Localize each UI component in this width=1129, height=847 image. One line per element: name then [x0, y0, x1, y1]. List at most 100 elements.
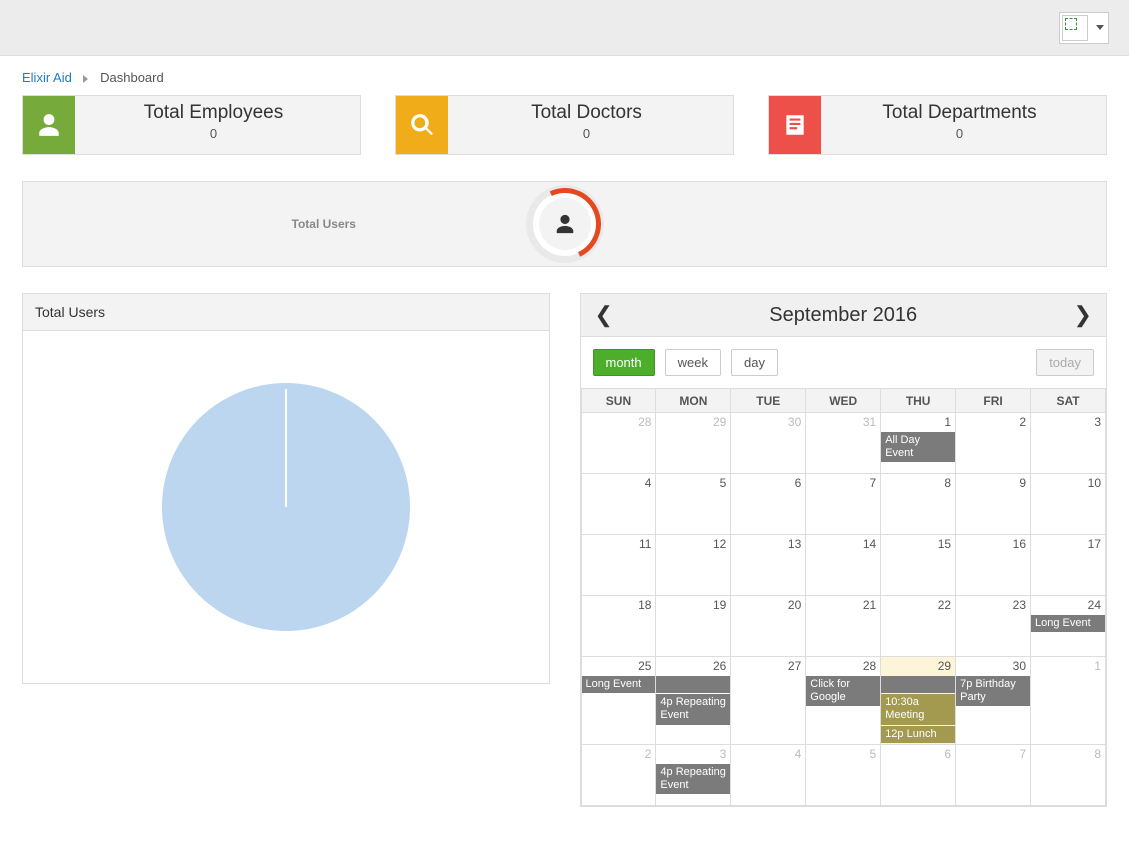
calendar-day-number: 30: [956, 657, 1030, 675]
breadcrumb-current: Dashboard: [100, 70, 164, 85]
pie-chart: [162, 383, 410, 631]
calendar-cell[interactable]: 29 10:30a Meeting12p Lunch: [881, 657, 956, 745]
calendar-event[interactable]: 4p Repeating Event: [656, 764, 730, 794]
calendar-day-number: 20: [731, 596, 805, 614]
calendar-day-number: 26: [656, 657, 730, 675]
calendar-cell[interactable]: 8: [881, 474, 956, 535]
topbar: [0, 0, 1129, 56]
breadcrumb-home[interactable]: Elixir Aid: [22, 70, 72, 85]
calendar-day-number: 31: [806, 413, 880, 431]
calendar-day-number: 10: [1031, 474, 1105, 492]
calendar-event[interactable]: Long Event: [582, 676, 656, 693]
calendar-cell[interactable]: 14: [806, 535, 881, 596]
calendar-cell[interactable]: 3: [1031, 413, 1106, 474]
calendar-cell[interactable]: 30: [731, 413, 806, 474]
calendar-cell[interactable]: 5: [806, 744, 881, 805]
calendar-event[interactable]: [656, 676, 730, 693]
calendar-cell[interactable]: 19: [656, 596, 731, 657]
calendar-cell[interactable]: 13: [731, 535, 806, 596]
calendar-cell[interactable]: 4: [731, 744, 806, 805]
stat-employees[interactable]: Total Employees 0: [22, 95, 361, 155]
calendar-cell[interactable]: 18: [581, 596, 656, 657]
calendar-view-day[interactable]: day: [731, 349, 778, 376]
calendar-event[interactable]: 12p Lunch: [881, 726, 955, 743]
calendar-day-header: SUN: [581, 389, 656, 413]
calendar-cell[interactable]: 24Long Event: [1031, 596, 1106, 657]
calendar-cell[interactable]: 7: [956, 744, 1031, 805]
calendar-next[interactable]: ❯: [1070, 302, 1096, 328]
calendar-cell[interactable]: 21: [806, 596, 881, 657]
calendar-event[interactable]: 10:30a Meeting: [881, 694, 955, 724]
stat-title: Total Employees: [75, 102, 352, 124]
calendar-panel: ❮ September 2016 ❯ month week day today …: [580, 293, 1108, 807]
users-gauge: [526, 185, 604, 263]
stat-title: Total Departments: [821, 102, 1098, 124]
calendar-cell[interactable]: 26 4p Repeating Event: [656, 657, 731, 745]
calendar-event[interactable]: Click for Google: [806, 676, 880, 706]
calendar-cell[interactable]: 7: [806, 474, 881, 535]
calendar-day-number: 11: [582, 535, 656, 553]
calendar-cell[interactable]: 1: [1031, 657, 1106, 745]
calendar-day-number: 21: [806, 596, 880, 614]
calendar-cell[interactable]: 16: [956, 535, 1031, 596]
calendar-cell[interactable]: 17: [1031, 535, 1106, 596]
stat-departments[interactable]: Total Departments 0: [768, 95, 1107, 155]
calendar-event[interactable]: [881, 676, 955, 693]
stat-doctors[interactable]: Total Doctors 0: [395, 95, 734, 155]
calendar-cell[interactable]: 28Click for Google: [806, 657, 881, 745]
calendar-cell[interactable]: 28: [581, 413, 656, 474]
calendar-cell[interactable]: 20: [731, 596, 806, 657]
stat-title: Total Doctors: [448, 102, 725, 124]
calendar-cell[interactable]: 2: [581, 744, 656, 805]
calendar-cell[interactable]: 5: [656, 474, 731, 535]
calendar-day-number: 28: [582, 413, 656, 431]
calendar-day-number: 5: [656, 474, 730, 492]
stat-value: 0: [75, 126, 352, 141]
calendar-cell[interactable]: 25Long Event: [581, 657, 656, 745]
calendar-day-number: 7: [806, 474, 880, 492]
calendar-day-number: 12: [656, 535, 730, 553]
calendar-cell[interactable]: 10: [1031, 474, 1106, 535]
calendar-day-number: 14: [806, 535, 880, 553]
calendar-title: September 2016: [769, 304, 917, 327]
calendar-cell[interactable]: 9: [956, 474, 1031, 535]
calendar-cell[interactable]: 2: [956, 413, 1031, 474]
calendar-cell[interactable]: 29: [656, 413, 731, 474]
calendar-day-number: 4: [582, 474, 656, 492]
calendar-cell[interactable]: 27: [731, 657, 806, 745]
calendar-cell[interactable]: 307p Birthday Party: [956, 657, 1031, 745]
calendar-cell[interactable]: 6: [881, 744, 956, 805]
calendar-cell[interactable]: 6: [731, 474, 806, 535]
broken-image-icon: [1065, 18, 1077, 30]
calendar-view-week[interactable]: week: [665, 349, 721, 376]
calendar-cell[interactable]: 31: [806, 413, 881, 474]
stat-value: 0: [448, 126, 725, 141]
calendar-cell[interactable]: 11: [581, 535, 656, 596]
calendar-view-month[interactable]: month: [593, 349, 655, 376]
calendar-day-number: 8: [1031, 745, 1105, 763]
calendar-event[interactable]: Long Event: [1031, 615, 1105, 632]
calendar-day-header: TUE: [731, 389, 806, 413]
calendar-day-number: 4: [731, 745, 805, 763]
user-menu[interactable]: [1059, 12, 1109, 44]
calendar-event[interactable]: 7p Birthday Party: [956, 676, 1030, 706]
calendar-day-number: 3: [1031, 413, 1105, 431]
calendar-cell[interactable]: 22: [881, 596, 956, 657]
calendar-day-number: 7: [956, 745, 1030, 763]
calendar-today[interactable]: today: [1036, 349, 1094, 376]
calendar-prev[interactable]: ❮: [591, 302, 617, 328]
calendar-event[interactable]: All Day Event: [881, 432, 955, 462]
calendar-day-header: FRI: [956, 389, 1031, 413]
calendar-cell[interactable]: 23: [956, 596, 1031, 657]
panel-title: Total Users: [23, 294, 549, 331]
calendar-cell[interactable]: 1All Day Event: [881, 413, 956, 474]
calendar-cell[interactable]: 34p Repeating Event: [656, 744, 731, 805]
calendar-cell[interactable]: 4: [581, 474, 656, 535]
calendar-cell[interactable]: 15: [881, 535, 956, 596]
calendar-day-number: 15: [881, 535, 955, 553]
users-band-label: Total Users: [23, 217, 565, 231]
calendar-cell[interactable]: 12: [656, 535, 731, 596]
calendar-event[interactable]: 4p Repeating Event: [656, 694, 730, 724]
calendar-cell[interactable]: 8: [1031, 744, 1106, 805]
calendar-day-number: 28: [806, 657, 880, 675]
